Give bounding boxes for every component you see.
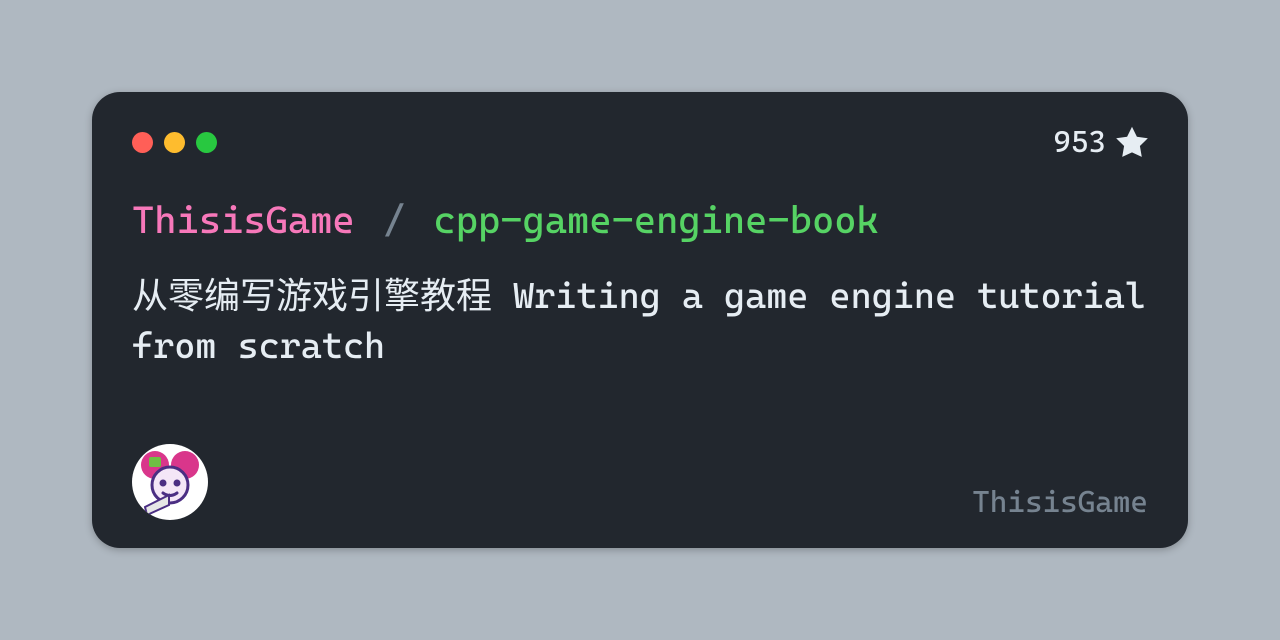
repo-separator: / (383, 198, 405, 242)
close-icon (132, 132, 153, 153)
avatar-image (135, 447, 205, 517)
maximize-icon (196, 132, 217, 153)
window-traffic-lights (132, 132, 217, 153)
repo-title: ThisisGame / cpp-game-engine-book (132, 198, 1148, 244)
repo-name: cpp-game-engine-book (433, 198, 878, 242)
username: ThisisGame (972, 485, 1148, 520)
star-count-value: 953 (1053, 125, 1106, 160)
avatar (132, 444, 208, 520)
star-icon (1116, 126, 1148, 158)
minimize-icon (164, 132, 185, 153)
repo-owner: ThisisGame (132, 198, 355, 242)
card-footer: ThisisGame (132, 444, 1148, 520)
repo-description: 从零编写游戏引擎教程 Writing a game engine tutoria… (132, 272, 1148, 373)
star-count: 953 (1053, 125, 1148, 160)
window-topbar: 953 (132, 126, 1148, 158)
repo-card: 953 ThisisGame / cpp-game-engine-book 从零… (92, 92, 1188, 548)
